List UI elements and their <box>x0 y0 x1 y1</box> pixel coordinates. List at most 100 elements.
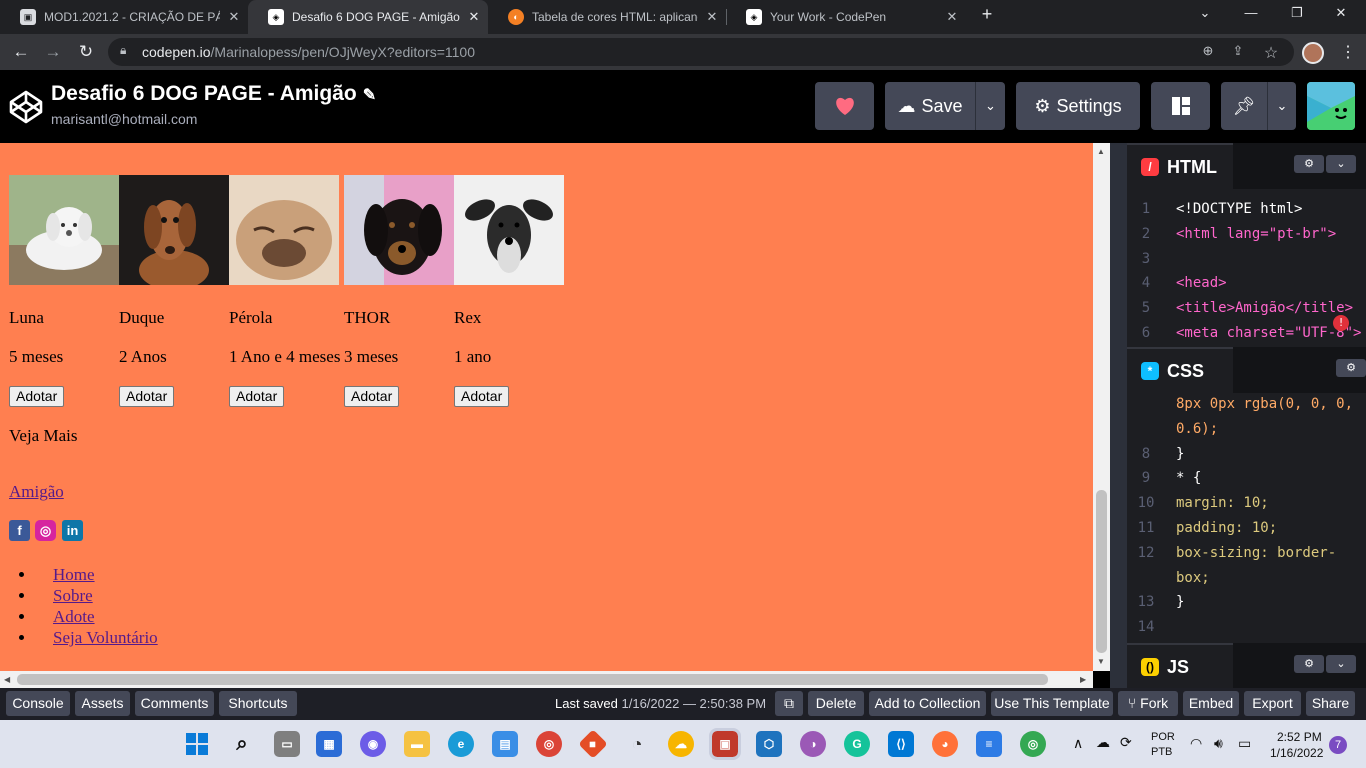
menu-link[interactable]: Seja Voluntário <box>53 628 158 647</box>
adopt-button[interactable]: Adotar <box>119 386 175 407</box>
menu-link[interactable]: Adote <box>53 607 95 626</box>
pin-dropdown-button[interactable]: ⌄ <box>1267 82 1296 130</box>
adopt-button[interactable]: Adotar <box>344 386 400 407</box>
fork-button[interactable]: ⑂ Fork <box>1118 691 1178 716</box>
pin-button[interactable]: 📌︎ <box>1221 82 1267 130</box>
assets-button[interactable]: Assets <box>75 691 130 716</box>
instagram-icon[interactable]: ◎ <box>35 520 56 541</box>
security-icon[interactable]: ⬡ <box>756 731 782 757</box>
bookmark-star-icon[interactable]: ☆ <box>1262 43 1280 62</box>
minimize-button[interactable]: — <box>1236 5 1266 27</box>
restore-button[interactable]: ❐ <box>1282 5 1312 27</box>
tab-css[interactable]: * CSS <box>1127 347 1233 393</box>
menu-item-voluntario[interactable]: Seja Voluntário <box>36 627 158 648</box>
grammarly-icon[interactable]: G <box>844 731 870 757</box>
browser-tab[interactable]: ▣ MOD1.2021.2 - CRIAÇÃO DE PÁG ✕ <box>0 0 248 34</box>
adopt-button[interactable]: Adotar <box>229 386 285 407</box>
menu-item-adote[interactable]: Adote <box>36 606 158 627</box>
vertical-scroll-thumb[interactable] <box>1096 490 1107 653</box>
start-icon[interactable] <box>184 731 210 757</box>
add-to-collection-button[interactable]: Add to Collection <box>869 691 986 716</box>
menu-link[interactable]: Home <box>53 565 95 584</box>
pane-resizer[interactable] <box>1110 143 1127 688</box>
css-settings-button[interactable]: ⚙ <box>1336 359 1366 377</box>
active-app-icon[interactable]: ▣ <box>709 728 741 760</box>
close-icon[interactable]: ✕ <box>698 9 726 25</box>
user-avatar[interactable] <box>1307 82 1355 130</box>
chat-icon[interactable]: ◉ <box>360 731 386 757</box>
error-icon[interactable]: ! <box>1333 315 1349 331</box>
volume-icon[interactable]: 🔊︎ <box>1214 735 1223 752</box>
facebook-icon[interactable]: f <box>9 520 30 541</box>
open-new-window-button[interactable]: ⧉ <box>775 691 803 716</box>
chrome-profile-icon[interactable]: ◎ <box>1020 731 1046 757</box>
share-icon[interactable]: ⇪ <box>1229 43 1247 61</box>
js-expand-button[interactable]: ⌄ <box>1326 655 1356 673</box>
tray-overflow-icon[interactable]: ∧ <box>1073 735 1083 752</box>
battery-icon[interactable]: ▭ <box>1238 735 1251 752</box>
browser-tab[interactable]: ◈ Your Work - CodePen ✕ <box>726 0 966 34</box>
widgets-icon[interactable]: ▦ <box>316 731 342 757</box>
comments-button[interactable]: Comments <box>135 691 214 716</box>
language-indicator[interactable]: POR <box>1151 731 1175 743</box>
settings-button[interactable]: ⚙ Settings <box>1016 82 1140 130</box>
html-collapse-button[interactable]: ⌄ <box>1326 155 1356 173</box>
paint-icon[interactable]: ◑ <box>800 731 826 757</box>
scroll-left-arrow-icon[interactable]: ◀ <box>4 675 10 684</box>
scroll-right-arrow-icon[interactable]: ▶ <box>1080 675 1086 684</box>
change-view-button[interactable] <box>1151 82 1210 130</box>
tab-search-icon[interactable]: ⌄ <box>1190 5 1220 27</box>
forward-button[interactable]: → <box>42 42 64 62</box>
notification-badge[interactable]: 7 <box>1329 736 1347 754</box>
site-link[interactable]: Amigão <box>9 482 64 502</box>
clock-time[interactable]: 2:52 PM <box>1277 730 1322 744</box>
adopt-button[interactable]: Adotar <box>454 386 510 407</box>
onedrive-icon[interactable]: ☁ <box>1096 734 1110 751</box>
linkedin-icon[interactable]: in <box>62 520 83 541</box>
codepen-logo-icon[interactable] <box>9 90 43 124</box>
delete-button[interactable]: Delete <box>808 691 864 716</box>
export-button[interactable]: Export <box>1244 691 1301 716</box>
menu-link[interactable]: Sobre <box>53 586 93 605</box>
use-template-button[interactable]: Use This Template <box>991 691 1113 716</box>
embed-button[interactable]: Embed <box>1183 691 1239 716</box>
search-icon[interactable]: ⌕ <box>229 731 255 757</box>
url-text[interactable]: codepen.io/Marinalopess/pen/OJjWeyX?edit… <box>142 44 475 60</box>
lock-icon[interactable]: 🔒︎ <box>120 43 126 58</box>
love-button[interactable] <box>815 82 874 130</box>
scroll-down-arrow-icon[interactable]: ▼ <box>1097 657 1105 666</box>
html-settings-button[interactable]: ⚙ <box>1294 155 1324 173</box>
file-explorer-icon[interactable]: ▬ <box>404 731 430 757</box>
css-code[interactable]: 8px 0px rgba(0, 0, 0, 0.6); 8 } 9 * { 10… <box>1127 393 1366 643</box>
save-button[interactable]: ☁ Save <box>885 82 975 130</box>
sync-icon[interactable]: ⟳ <box>1120 734 1132 751</box>
tab-js[interactable]: () JS <box>1127 643 1233 689</box>
horizontal-scroll-thumb[interactable] <box>17 674 1048 685</box>
pen-title[interactable]: Desafio 6 DOG PAGE - Amigão ✎ <box>51 82 376 106</box>
chrome-icon[interactable]: ◎ <box>536 731 562 757</box>
save-dropdown-button[interactable]: ⌄ <box>975 82 1005 130</box>
notepad-icon[interactable]: ≡ <box>976 731 1002 757</box>
scroll-up-arrow-icon[interactable]: ▲ <box>1097 147 1105 156</box>
html-code[interactable]: 1 <!DOCTYPE html> 2 <html lang="pt-br"> … <box>1127 189 1366 347</box>
browser-tab[interactable]: ◐ Tabela de cores HTML: aplicando ✕ <box>488 0 726 34</box>
close-icon[interactable]: ✕ <box>220 9 248 25</box>
pen-author[interactable]: marisantl@hotmail.com <box>51 111 197 127</box>
back-button[interactable]: ← <box>10 42 32 62</box>
clock-date[interactable]: 1/16/2022 <box>1270 746 1323 760</box>
store-icon[interactable]: ▤ <box>492 731 518 757</box>
menu-item-sobre[interactable]: Sobre <box>36 585 158 606</box>
vscode-icon[interactable]: ⟨⟩ <box>888 731 914 757</box>
menu-item-home[interactable]: Home <box>36 564 158 585</box>
zoom-icon[interactable]: ⊕ <box>1199 43 1217 61</box>
console-button[interactable]: Console <box>6 691 70 716</box>
edge-icon[interactable]: e <box>448 731 474 757</box>
share-button[interactable]: Share <box>1306 691 1355 716</box>
task-view-icon[interactable]: ▭ <box>274 731 300 757</box>
browser-menu-icon[interactable]: ⋮ <box>1340 42 1356 62</box>
wifi-icon[interactable]: ◠ <box>1190 735 1202 752</box>
adopt-button[interactable]: Adotar <box>9 386 65 407</box>
js-settings-button[interactable]: ⚙ <box>1294 655 1324 673</box>
shortcuts-button[interactable]: Shortcuts <box>219 691 297 716</box>
speedometer-icon[interactable]: ◔ <box>624 731 650 757</box>
